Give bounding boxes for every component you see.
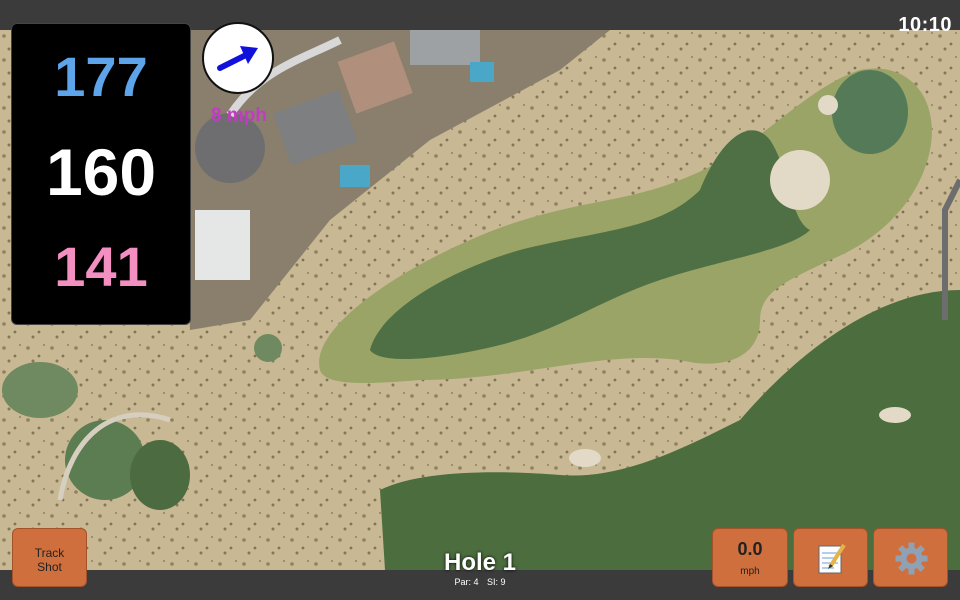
gear-icon [895, 542, 928, 575]
notepad-pencil-icon [818, 543, 846, 574]
speed-unit: mph [740, 566, 760, 577]
back-distance: 177 [54, 45, 148, 108]
hole-info: Par: 4 SI: 9 [380, 577, 580, 587]
wind-arrow-icon [217, 46, 258, 71]
track-shot-button[interactable]: Track Shot [12, 528, 87, 587]
stroke-index-label: SI: 9 [487, 577, 506, 587]
track-shot-label-line1: Track [34, 546, 65, 560]
hole-title: Hole 1 [443, 549, 517, 576]
clock-time: 10:10 [898, 14, 952, 36]
speed-value: 0.0 [737, 539, 763, 559]
speed-button[interactable]: 0.0 mph [712, 528, 788, 587]
settings-button[interactable] [873, 528, 948, 587]
par-label: Par: 4 [454, 577, 479, 587]
track-shot-label-line2: Shot [37, 560, 62, 574]
notes-button[interactable] [793, 528, 868, 587]
front-distance: 141 [54, 235, 148, 298]
wind-speed-label: 8 mph [211, 105, 267, 126]
distance-panel: 177 160 141 [11, 23, 191, 325]
wind-direction-indicator [202, 22, 274, 94]
middle-distance: 160 [45, 135, 157, 209]
